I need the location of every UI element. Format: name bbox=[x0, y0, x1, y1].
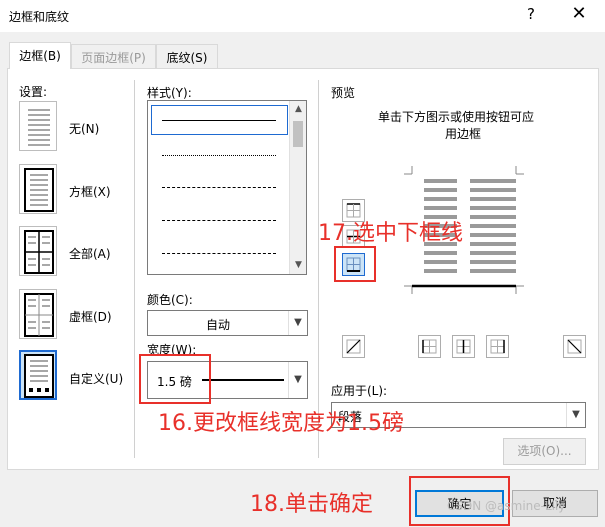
right-border-button[interactable] bbox=[486, 335, 509, 358]
annotation-step17: 17.选中下框线 bbox=[318, 221, 463, 246]
chevron-down-icon[interactable]: ▼ bbox=[288, 311, 307, 335]
setting-label-none[interactable]: 无(N) bbox=[69, 120, 99, 137]
annotation-step18: 18.单击确定 bbox=[250, 492, 373, 517]
color-value: 自动 bbox=[206, 318, 231, 332]
style-dashed-small[interactable] bbox=[162, 187, 276, 188]
setting-label-grid[interactable]: 虚框(D) bbox=[69, 308, 112, 325]
color-label: 颜色(C): bbox=[147, 293, 193, 307]
separator-right bbox=[318, 80, 319, 458]
apply-to-label: 应用于(L): bbox=[331, 384, 388, 398]
style-dotted[interactable] bbox=[162, 155, 276, 156]
diagonal-down-border-button[interactable] bbox=[342, 335, 365, 358]
scroll-up-icon[interactable]: ▲ bbox=[290, 101, 307, 118]
chevron-down-icon[interactable]: ▼ bbox=[288, 362, 307, 398]
grid-setting-icon[interactable] bbox=[19, 289, 57, 339]
preview-hint-line1: 单击下方图示或使用按钮可应 bbox=[378, 110, 535, 124]
style-dash-dot[interactable] bbox=[162, 253, 276, 254]
custom-setting-icon[interactable] bbox=[19, 350, 57, 400]
chevron-down-icon[interactable]: ▼ bbox=[566, 403, 585, 427]
left-border-button[interactable] bbox=[418, 335, 441, 358]
setting-label-all[interactable]: 全部(A) bbox=[69, 245, 111, 262]
title-bar: 边框和底纹 ? ✕ bbox=[0, 0, 605, 32]
setting-label-custom[interactable]: 自定义(U) bbox=[69, 370, 123, 387]
tab-borders[interactable]: 边框(B) bbox=[9, 42, 71, 69]
setting-label-box[interactable]: 方框(X) bbox=[69, 183, 111, 200]
tab-page-borders[interactable]: 页面边框(P) bbox=[71, 44, 156, 68]
help-button[interactable]: ? bbox=[521, 5, 541, 23]
scroll-thumb[interactable] bbox=[293, 121, 303, 147]
box-setting-icon[interactable] bbox=[19, 164, 57, 214]
annotation-step16: 16.更改框线宽度为1.5磅 bbox=[158, 411, 404, 436]
style-label: 样式(Y): bbox=[147, 86, 192, 100]
settings-label: 设置: bbox=[19, 85, 48, 99]
preview-label: 预览 bbox=[331, 86, 356, 100]
inner-vertical-border-button[interactable] bbox=[452, 335, 475, 358]
close-button[interactable]: ✕ bbox=[568, 3, 590, 24]
tab-shading[interactable]: 底纹(S) bbox=[156, 44, 218, 68]
scroll-down-icon[interactable]: ▼ bbox=[290, 257, 307, 274]
preview-hint-line2: 用边框 bbox=[445, 127, 482, 141]
watermark: CSDN @asmine-Lily bbox=[447, 499, 566, 513]
none-setting-icon[interactable] bbox=[19, 101, 57, 151]
style-listbox[interactable]: ▲ ▼ bbox=[147, 100, 307, 275]
annotation-box-bottom-border bbox=[334, 246, 376, 282]
style-scrollbar[interactable]: ▲ ▼ bbox=[289, 101, 306, 274]
width-line-sample bbox=[202, 379, 284, 381]
all-setting-icon[interactable] bbox=[19, 226, 57, 276]
diagonal-up-border-button[interactable] bbox=[563, 335, 586, 358]
separator-left bbox=[134, 80, 135, 458]
style-dashed-large[interactable] bbox=[162, 220, 276, 221]
color-select[interactable]: 自动 ▼ bbox=[147, 310, 308, 336]
window-title: 边框和底纹 bbox=[9, 10, 70, 24]
options-button[interactable]: 选项(O)... bbox=[503, 438, 586, 465]
style-solid[interactable] bbox=[162, 120, 276, 121]
annotation-box-width bbox=[139, 354, 211, 404]
